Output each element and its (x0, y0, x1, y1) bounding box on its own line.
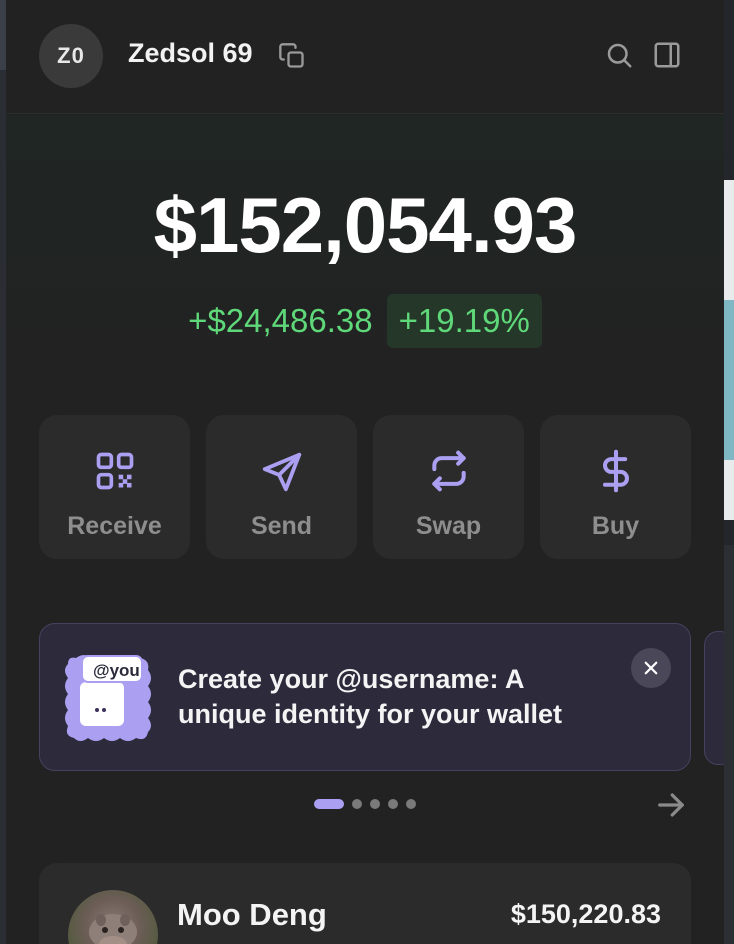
send-label: Send (250, 512, 313, 540)
carousel-pagination (314, 799, 416, 809)
username-promo-card[interactable]: @you Create your @username: A unique ide… (39, 623, 691, 771)
buy-button[interactable]: Buy (540, 415, 691, 559)
balance-change-percent: +19.19% (386, 294, 542, 348)
wallet-panel: Z0 Zedsol 69 $152,054.93 +$24,486.38 +19… (6, 0, 724, 944)
qr-code-icon (96, 452, 133, 490)
next-promo-card-peek[interactable] (704, 631, 724, 765)
token-name: Moo Deng (177, 897, 327, 932)
token-logo (68, 890, 158, 944)
send-button[interactable]: Send (206, 415, 357, 559)
search-icon[interactable] (604, 40, 634, 70)
swap-label: Swap (415, 512, 482, 540)
carousel-dot[interactable] (352, 799, 362, 809)
receive-label: Receive (67, 512, 162, 540)
arrow-right-icon[interactable] (654, 790, 688, 820)
token-logo-image (89, 914, 137, 944)
send-icon (262, 452, 301, 492)
carousel-dot[interactable] (370, 799, 380, 809)
token-value: $150,220.83 (510, 899, 661, 929)
receive-button[interactable]: Receive (39, 415, 190, 559)
swap-icon (431, 450, 466, 492)
dollar-icon (602, 449, 629, 493)
token-row[interactable]: Moo Deng $150,220.83 (39, 863, 691, 944)
account-avatar[interactable]: Z0 (39, 24, 103, 88)
carousel-dot[interactable] (388, 799, 398, 809)
total-balance: $152,054.93 (153, 181, 578, 269)
promo-message: Create your @username: A unique identity… (178, 664, 563, 729)
account-name[interactable]: Zedsol 69 (128, 38, 253, 69)
balance-change-row: +$24,486.38 +19.19% (6, 294, 724, 348)
swap-button[interactable]: Swap (373, 415, 524, 559)
sidebar-toggle-icon[interactable] (652, 40, 682, 70)
close-icon (644, 661, 658, 675)
balance-change-amount: +$24,486.38 (188, 302, 373, 339)
background-page-card-lower (724, 545, 734, 944)
close-promo-button[interactable] (631, 648, 671, 688)
carousel-dot[interactable] (406, 799, 416, 809)
wallet-header: Z0 Zedsol 69 (6, 0, 724, 114)
carousel-dot-active[interactable] (314, 799, 344, 809)
buy-label: Buy (591, 512, 640, 540)
quick-actions: Receive Send Swap Buy (39, 415, 691, 559)
copy-icon[interactable] (278, 42, 306, 70)
background-page-image (724, 300, 734, 460)
username-badge-text: @you (93, 661, 140, 680)
